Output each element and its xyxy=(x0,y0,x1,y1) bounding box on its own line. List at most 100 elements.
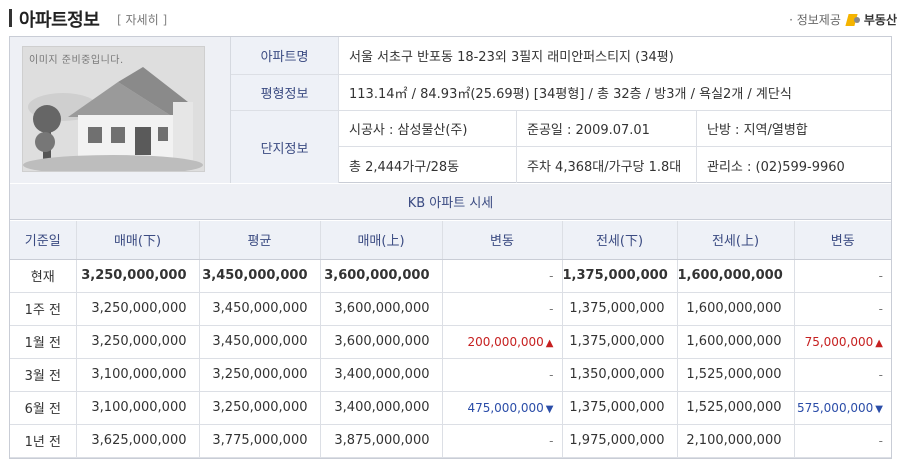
jeonse-high-cell: 1,525,000,000 xyxy=(677,358,795,392)
jeonse-low-cell: 1,375,000,000 xyxy=(562,259,678,293)
sale-change-cell: - xyxy=(442,259,563,293)
sale-low-cell: 3,100,000,000 xyxy=(76,391,200,425)
price-row: 1주 전 3,250,000,000 3,450,000,000 3,600,000,… xyxy=(10,292,891,326)
col-average: 평균 xyxy=(199,221,321,260)
change-value: 475,000,000 xyxy=(467,400,544,415)
sale-high-cell: 3,600,000,000 xyxy=(320,259,443,293)
jeonse-change-cell: - xyxy=(794,292,891,326)
area-label: 평형정보 xyxy=(231,75,339,110)
provider-name: 부동산 xyxy=(863,13,897,27)
builder-value: 시공사 : 삼성물산(주) xyxy=(339,111,516,147)
sale-low-cell: 3,625,000,000 xyxy=(76,424,200,458)
detail-bracket-close: ] xyxy=(162,13,168,27)
col-period: 기준일 xyxy=(10,221,77,260)
sale-high-cell: 3,600,000,000 xyxy=(320,325,443,359)
col-jeonse-high: 전세(上) xyxy=(677,221,795,260)
down-arrow-icon: ▼ xyxy=(545,403,554,415)
photo-cell: 이미지 준비중입니다. xyxy=(10,37,231,183)
detail-bracket-open: [ xyxy=(117,13,122,27)
heating-value: 난방 : 지역/열병합 xyxy=(696,111,891,147)
jeonse-low-cell: 1,375,000,000 xyxy=(562,391,678,425)
change-value: 575,000,000 xyxy=(796,400,874,415)
price-header-row: 기준일 매매(下) 평균 매매(上) 변동 전세(下) 전세(上) 변동 xyxy=(10,221,891,260)
kb-price-title: KB 아파트 시세 xyxy=(10,184,891,220)
apartment-photo: 이미지 준비중입니다. xyxy=(22,46,205,172)
sale-low-cell: 3,250,000,000 xyxy=(76,259,200,293)
sale-low-cell: 3,100,000,000 xyxy=(76,358,200,392)
sale-low-cell: 3,250,000,000 xyxy=(76,325,200,359)
jeonse-low-cell: 1,350,000,000 xyxy=(562,358,678,392)
sale-change-cell: 475,000,000 ▼ xyxy=(442,391,563,425)
apt-name-value: 서울 서초구 반포동 18-23외 3필지 래미안퍼스티지 (34평) xyxy=(349,50,674,65)
average-cell: 3,250,000,000 xyxy=(199,391,321,425)
period-cell: 현재 xyxy=(10,259,77,293)
apt-name-label: 아파트명 xyxy=(231,37,339,74)
sale-change-cell: - xyxy=(442,424,563,458)
jeonse-change-cell: - xyxy=(794,424,891,458)
change-value: - xyxy=(549,268,554,283)
provider-label: · 정보제공 xyxy=(789,13,841,27)
sale-high-cell: 3,600,000,000 xyxy=(320,292,443,326)
price-row: 6월 전 3,100,000,000 3,250,000,000 3,400,000,… xyxy=(10,391,891,425)
period-cell: 1주 전 xyxy=(10,292,77,326)
complex-label: 단지정보 xyxy=(231,111,339,183)
jeonse-high-cell: 1,600,000,000 xyxy=(677,292,795,326)
detail-link-group: [ 자세히 ] xyxy=(117,11,167,28)
change-value: - xyxy=(878,433,883,448)
complex-row: 단지정보 시공사 : 삼성물산(주) 준공일 : 2009.07.01 난방 :… xyxy=(231,111,891,183)
change-value: - xyxy=(549,433,554,448)
title-bar-marker xyxy=(9,9,12,27)
up-arrow-icon: ▲ xyxy=(545,337,554,349)
change-value: - xyxy=(878,367,883,382)
sale-low-cell: 3,250,000,000 xyxy=(76,292,200,326)
detail-link[interactable]: 자세히 xyxy=(126,13,159,27)
period-cell: 1월 전 xyxy=(10,325,77,359)
sale-high-cell: 3,400,000,000 xyxy=(320,391,443,425)
jeonse-high-cell: 1,600,000,000 xyxy=(677,325,795,359)
apt-name-row: 아파트명 서울 서초구 반포동 18-23외 3필지 래미안퍼스티지 (34평) xyxy=(231,37,891,75)
col-sale-high: 매매(上) xyxy=(320,221,443,260)
average-cell: 3,250,000,000 xyxy=(199,358,321,392)
completion-value: 준공일 : 2009.07.01 xyxy=(516,111,696,147)
col-sale-low: 매매(下) xyxy=(76,221,200,260)
jeonse-high-cell: 2,100,000,000 xyxy=(677,424,795,458)
down-arrow-icon: ▼ xyxy=(875,403,883,415)
area-value: 113.14㎡ / 84.93㎡(25.69평) [34평형] / 총 32층 … xyxy=(349,87,792,102)
jeonse-high-cell: 1,600,000,000 xyxy=(677,259,795,293)
jeonse-low-cell: 1,975,000,000 xyxy=(562,424,678,458)
average-cell: 3,775,000,000 xyxy=(199,424,321,458)
jeonse-low-cell: 1,375,000,000 xyxy=(562,325,678,359)
section-title: 아파트정보 xyxy=(19,10,100,31)
jeonse-change-cell: - xyxy=(794,358,891,392)
col-jeonse-low: 전세(下) xyxy=(562,221,678,260)
change-value: - xyxy=(549,367,554,382)
jeonse-change-cell: - xyxy=(794,259,891,293)
management-value: 관리소 : (02)599-9960 xyxy=(696,147,891,183)
provider-logo[interactable]: 부동산 xyxy=(847,11,897,28)
change-value: 200,000,000 xyxy=(467,334,544,349)
jeonse-high-cell: 1,525,000,000 xyxy=(677,391,795,425)
col-sale-change: 변동 xyxy=(442,221,563,260)
apartment-info-panel: 이미지 준비중입니다. 아파트명 서울 서초구 반포동 18-23외 3필지 래… xyxy=(9,36,892,459)
section-header: 아파트정보 [ 자세히 ] · 정보제공 부동산 xyxy=(9,6,897,32)
price-row: 현재 3,250,000,000 3,450,000,000 3,600,000,00… xyxy=(10,259,891,293)
period-cell: 3월 전 xyxy=(10,358,77,392)
jeonse-change-cell: 575,000,000 ▼ xyxy=(794,391,891,425)
sale-high-cell: 3,400,000,000 xyxy=(320,358,443,392)
households-value: 총 2,444가구/28동 xyxy=(349,159,460,175)
period-cell: 6월 전 xyxy=(10,391,77,425)
sale-change-cell: - xyxy=(442,358,563,392)
provider-info: · 정보제공 부동산 xyxy=(789,11,897,28)
change-value: 75,000,000 xyxy=(804,334,874,349)
col-jeonse-change: 변동 xyxy=(794,221,891,260)
sale-change-cell: 200,000,000 ▲ xyxy=(442,325,563,359)
average-cell: 3,450,000,000 xyxy=(199,325,321,359)
area-row: 평형정보 113.14㎡ / 84.93㎡(25.69평) [34평형] / 총… xyxy=(231,75,891,111)
kb-logo-icon xyxy=(847,14,861,26)
kb-price-table: 기준일 매매(下) 평균 매매(上) 변동 전세(下) 전세(上) 변동 현재 3… xyxy=(10,221,891,458)
jeonse-low-cell: 1,375,000,000 xyxy=(562,292,678,326)
price-row: 3월 전 3,100,000,000 3,250,000,000 3,400,000,… xyxy=(10,358,891,392)
sale-change-cell: - xyxy=(442,292,563,326)
parking-value: 주차 4,368대/가구당 1.8대 xyxy=(516,147,696,183)
average-cell: 3,450,000,000 xyxy=(199,259,321,293)
